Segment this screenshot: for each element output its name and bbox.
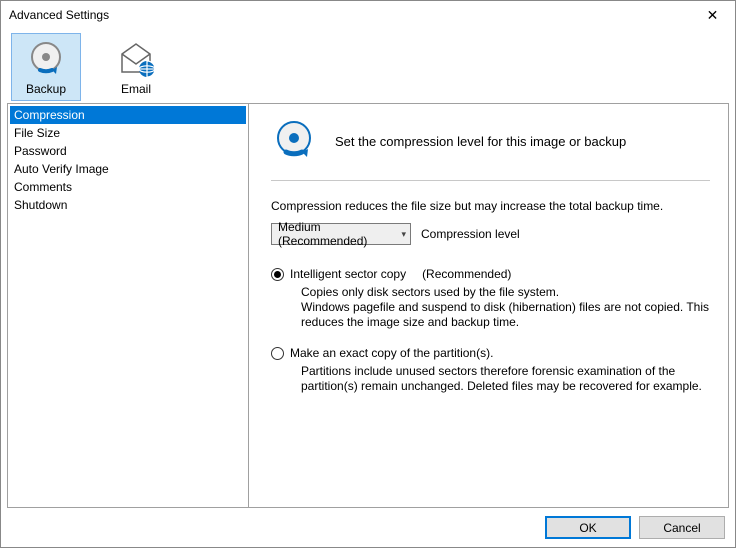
button-label: OK (579, 521, 596, 535)
backup-disk-icon (26, 40, 66, 80)
sidebar-item-label: File Size (14, 126, 60, 140)
tab-backup-label: Backup (26, 82, 66, 96)
recommended-label: (Recommended) (422, 267, 511, 281)
option-row[interactable]: Intelligent sector copy (Recommended) (271, 267, 710, 281)
option-intelligent-copy: Intelligent sector copy (Recommended) Co… (271, 267, 710, 330)
ok-button[interactable]: OK (545, 516, 631, 539)
sidebar-item-comments[interactable]: Comments (10, 178, 246, 196)
panel-title: Set the compression level for this image… (335, 134, 626, 149)
chevron-down-icon: ▾ (401, 229, 406, 240)
cancel-button[interactable]: Cancel (639, 516, 725, 539)
sidebar-item-file-size[interactable]: File Size (10, 124, 246, 142)
content-area: Backup Email (1, 29, 735, 547)
option-label: Make an exact copy of the partition(s). (290, 346, 493, 360)
sidebar-item-auto-verify[interactable]: Auto Verify Image (10, 160, 246, 178)
tab-strip: Backup Email (7, 29, 729, 101)
dropdown-value: Medium (Recommended) (278, 220, 401, 248)
option-exact-copy: Make an exact copy of the partition(s). … (271, 346, 710, 394)
dialog-footer: OK Cancel (7, 508, 729, 541)
sidebar-item-shutdown[interactable]: Shutdown (10, 196, 246, 214)
tab-backup[interactable]: Backup (11, 33, 81, 101)
compression-level-label: Compression level (421, 227, 520, 241)
sidebar-item-compression[interactable]: Compression (10, 106, 246, 124)
advanced-settings-dialog: Advanced Settings ✕ Backup (0, 0, 736, 548)
tab-email[interactable]: Email (101, 33, 171, 101)
option-row[interactable]: Make an exact copy of the partition(s). (271, 346, 710, 360)
radio-exact-copy[interactable] (271, 347, 284, 360)
button-label: Cancel (663, 521, 700, 535)
option-label: Intelligent sector copy (290, 267, 406, 281)
window-title: Advanced Settings (9, 8, 109, 22)
tab-email-label: Email (121, 82, 151, 96)
option-description: Copies only disk sectors used by the fil… (301, 285, 710, 330)
compression-disk-icon (271, 118, 317, 164)
sidebar-item-label: Shutdown (14, 198, 67, 212)
titlebar: Advanced Settings ✕ (1, 1, 735, 29)
compression-level-dropdown[interactable]: Medium (Recommended) ▾ (271, 223, 411, 245)
compression-level-row: Medium (Recommended) ▾ Compression level (271, 223, 710, 245)
sidebar-item-label: Password (14, 144, 67, 158)
sidebar-item-label: Comments (14, 180, 72, 194)
dialog-body: Compression File Size Password Auto Veri… (7, 103, 729, 508)
radio-intelligent-copy[interactable] (271, 268, 284, 281)
close-icon: ✕ (707, 7, 719, 24)
separator (271, 180, 710, 181)
email-icon (116, 40, 156, 80)
sidebar-item-label: Auto Verify Image (14, 162, 109, 176)
close-button[interactable]: ✕ (690, 1, 735, 29)
option-description: Partitions include unused sectors theref… (301, 364, 710, 394)
sidebar-item-password[interactable]: Password (10, 142, 246, 160)
sidebar: Compression File Size Password Auto Veri… (8, 104, 249, 507)
main-header: Set the compression level for this image… (271, 118, 710, 164)
main-panel: Set the compression level for this image… (249, 104, 728, 507)
panel-description: Compression reduces the file size but ma… (271, 199, 710, 213)
sidebar-item-label: Compression (14, 108, 85, 122)
